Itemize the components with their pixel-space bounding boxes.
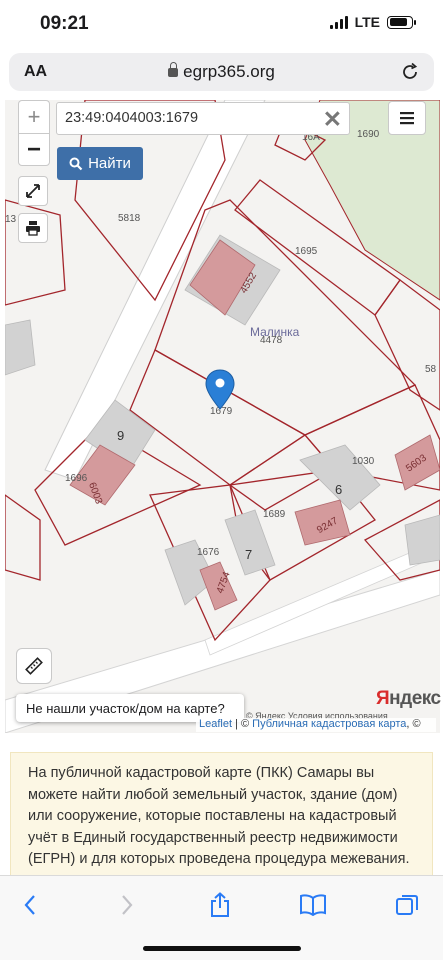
parcel-58 <box>374 279 440 411</box>
yandex-logo: Яндекс <box>376 688 441 709</box>
pkk-link[interactable]: Публичная кадастровая карта <box>252 718 406 730</box>
label-58: 58 <box>425 364 437 375</box>
zoom-in-button[interactable]: + <box>18 100 50 133</box>
ruler-icon <box>25 657 43 675</box>
back-button[interactable] <box>15 890 45 920</box>
info-text: На публичной кадастровой карте (ПКК) Сам… <box>28 765 410 867</box>
url-text: egrp365.org <box>183 62 275 81</box>
search-icon <box>69 157 83 170</box>
share-button[interactable] <box>205 890 235 920</box>
reload-icon[interactable] <box>400 62 420 87</box>
label-1695: 1695 <box>295 246 318 257</box>
network-type: LTE <box>354 14 380 30</box>
cadastral-search-input[interactable] <box>65 110 315 126</box>
leaflet-link[interactable]: Leaflet <box>199 718 232 730</box>
forward-button[interactable] <box>112 890 142 920</box>
bookmarks-button[interactable] <box>298 890 328 920</box>
book-icon <box>300 894 326 916</box>
label-1696: 1696 <box>65 473 88 484</box>
print-button[interactable] <box>18 213 48 243</box>
map-canvas[interactable]: 1690 16А 5818 13 1695 4552 Малинка 4478 … <box>5 100 440 733</box>
clear-search-icon[interactable]: ✕ <box>323 108 342 131</box>
find-button-label: Найти <box>88 155 131 172</box>
share-icon <box>211 892 229 917</box>
expand-icon <box>26 184 40 198</box>
building-left <box>5 319 36 376</box>
status-bar: 09:21 LTE <box>0 0 443 48</box>
label-9: 9 <box>117 428 124 443</box>
zoom-out-button[interactable]: − <box>18 133 50 166</box>
label-1030: 1030 <box>352 456 375 467</box>
chevron-left-icon <box>24 895 35 915</box>
label-1689: 1689 <box>263 509 286 520</box>
label-6: 6 <box>335 482 342 497</box>
status-indicators: LTE <box>329 14 416 30</box>
signal-icon <box>329 15 348 29</box>
map-attribution: Leaflet | © Публичная кадастровая карта,… <box>196 718 436 732</box>
map-menu-button[interactable] <box>388 101 426 135</box>
tabs-icon <box>396 895 418 915</box>
measure-button[interactable] <box>16 648 52 684</box>
info-box: На публичной кадастровой карте (ПКК) Сам… <box>10 752 433 880</box>
cadastral-search-field[interactable]: ✕ <box>56 102 350 135</box>
cadastral-map[interactable]: 1690 16А 5818 13 1695 4552 Малинка 4478 … <box>5 100 440 733</box>
label-7: 7 <box>245 547 252 562</box>
fullscreen-button[interactable] <box>18 176 48 206</box>
tabs-button[interactable] <box>392 890 422 920</box>
label-5818: 5818 <box>118 213 141 224</box>
label-4478: 4478 <box>260 335 283 346</box>
parcel-left-edge <box>5 494 41 581</box>
hamburger-icon <box>400 112 414 125</box>
status-time: 09:21 <box>40 13 89 34</box>
label-1676: 1676 <box>197 547 220 558</box>
find-button[interactable]: Найти <box>57 147 143 180</box>
label-13: 13 <box>5 214 17 225</box>
chevron-right-icon <box>122 895 133 915</box>
map-pin-icon[interactable] <box>205 369 235 410</box>
building-right <box>404 514 440 566</box>
url-display[interactable]: egrp365.org <box>9 62 434 82</box>
address-bar[interactable]: AA egrp365.org <box>9 53 434 91</box>
lock-icon <box>168 62 179 77</box>
battery-icon <box>387 15 416 29</box>
printer-icon <box>26 221 40 236</box>
label-1690: 1690 <box>357 129 380 140</box>
home-indicator <box>143 946 301 951</box>
